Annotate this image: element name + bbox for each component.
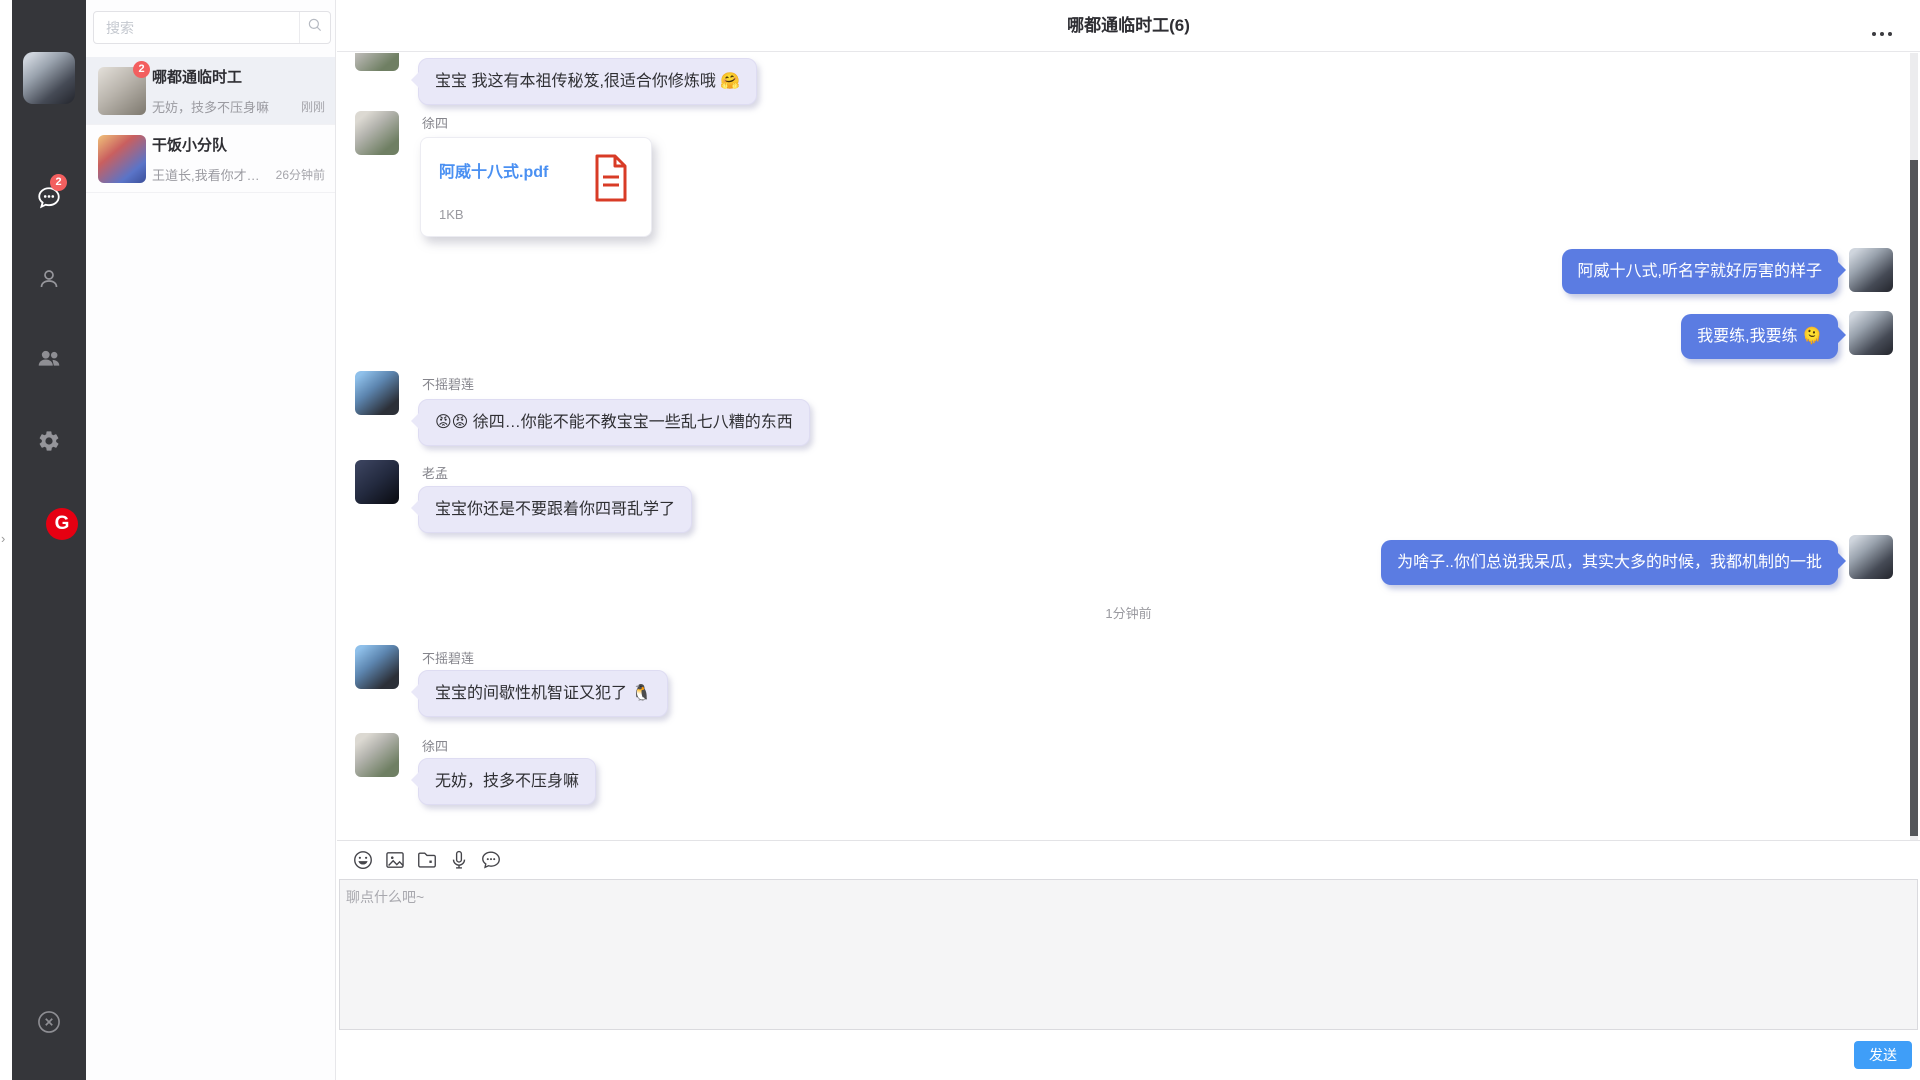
scrollbar-track	[1910, 53, 1918, 840]
file-size: 1KB	[439, 207, 464, 222]
pdf-file-icon	[591, 154, 631, 209]
avatar[interactable]	[355, 733, 399, 777]
nav-contacts-button[interactable]	[37, 269, 61, 293]
folder-button[interactable]	[415, 849, 438, 872]
unread-badge: 2	[133, 61, 150, 78]
message-bubble: 宝宝 我这有本祖传秘笈,很适合你修炼哦 🤗	[418, 58, 757, 105]
more-options-icon[interactable]	[1872, 32, 1892, 36]
search-button[interactable]	[299, 12, 330, 43]
page-title: 哪都通临时工(6)	[337, 0, 1920, 52]
nav-settings-button[interactable]	[37, 431, 61, 455]
close-button[interactable]	[37, 1012, 61, 1036]
message-list: 宝宝 我这有本祖传秘笈,很适合你修炼哦 🤗 徐四 阿威十八式.pdf 1KB 阿…	[337, 53, 1920, 840]
avatar[interactable]	[355, 371, 399, 415]
message-bubble: 无妨，技多不压身嘛	[418, 758, 596, 805]
sidebar-expander[interactable]: ›	[1, 531, 5, 546]
composer-toolbar	[337, 841, 502, 879]
message-bubble: 阿威十八式,听名字就好厉害的样子	[1562, 249, 1838, 294]
composer: 发送	[337, 840, 1920, 1080]
emoji-button[interactable]	[351, 849, 374, 872]
avatar[interactable]	[1849, 311, 1893, 355]
message-bubble: 为啥子..你们总说我呆瓜，其实大多的时候，我都机制的一批	[1381, 540, 1838, 585]
unread-badge: 2	[50, 174, 67, 191]
message-bubble: 宝宝你还是不要跟着你四哥乱学了	[418, 486, 692, 533]
timestamp-divider: 1分钟前	[337, 603, 1920, 622]
message-input[interactable]	[340, 880, 1917, 1029]
contacts-icon	[37, 267, 61, 296]
left-rail: 2 G	[12, 0, 86, 1080]
chat-header: 哪都通临时工(6)	[337, 0, 1920, 52]
sender-name: 徐四	[422, 113, 448, 132]
microphone-button[interactable]	[447, 849, 470, 872]
avatar[interactable]	[1849, 248, 1893, 292]
chat-title: 干饭小分队	[152, 134, 227, 155]
chat-list-item[interactable]: 干饭小分队 王道长,我看你才… 26分钟前	[86, 125, 335, 193]
close-circle-icon	[36, 1009, 62, 1040]
chat-last-message: 无妨，技多不压身嘛	[152, 97, 269, 116]
group-icon	[36, 345, 62, 376]
search-input[interactable]	[94, 12, 299, 43]
message-input-box	[339, 879, 1918, 1030]
user-avatar[interactable]	[23, 52, 75, 104]
nav-chats-button[interactable]	[37, 188, 61, 212]
chat-title: 哪都通临时工	[152, 66, 242, 87]
message-bubble: 😡😡 徐四…你能不能不教宝宝一些乱七八糟的东西	[418, 399, 810, 446]
avatar[interactable]	[355, 645, 399, 689]
search-icon	[306, 16, 324, 39]
chat-time: 26分钟前	[276, 166, 325, 183]
chat-list-panel: 2 哪都通临时工 无妨，技多不压身嘛 刚刚 干饭小分队 王道长,我看你才… 26…	[86, 0, 336, 1080]
avatar[interactable]	[355, 460, 399, 504]
sender-name: 不摇碧莲	[422, 648, 474, 667]
sender-name: 徐四	[422, 736, 448, 755]
message-bubble: 宝宝的间歇性机智证又犯了 🐧	[418, 670, 668, 717]
search-box	[93, 11, 331, 44]
avatar[interactable]	[355, 53, 399, 71]
file-attachment[interactable]: 阿威十八式.pdf 1KB	[420, 137, 652, 237]
image-button[interactable]	[383, 849, 406, 872]
chat-last-message: 王道长,我看你才…	[152, 165, 260, 184]
chat-main: 哪都通临时工(6) 宝宝 我这有本祖传秘笈,很适合你修炼哦 🤗 徐四 阿威十八式…	[337, 0, 1920, 1080]
chat-time: 刚刚	[301, 98, 325, 115]
avatar[interactable]	[1849, 535, 1893, 579]
logo-g[interactable]: G	[46, 508, 78, 540]
file-name[interactable]: 阿威十八式.pdf	[439, 158, 548, 182]
chat-history-button[interactable]	[479, 849, 502, 872]
sender-name: 不摇碧莲	[422, 374, 474, 393]
settings-gear-icon	[37, 429, 61, 458]
sender-name: 老孟	[422, 463, 448, 482]
scrollbar-thumb[interactable]	[1910, 160, 1918, 836]
chat-list-item[interactable]: 2 哪都通临时工 无妨，技多不压身嘛 刚刚	[86, 57, 335, 125]
nav-groups-button[interactable]	[37, 348, 61, 372]
message-bubble: 我要练,我要练 🫠	[1681, 314, 1838, 359]
avatar[interactable]	[355, 111, 399, 155]
send-button[interactable]: 发送	[1854, 1041, 1912, 1069]
group-avatar	[98, 135, 146, 183]
